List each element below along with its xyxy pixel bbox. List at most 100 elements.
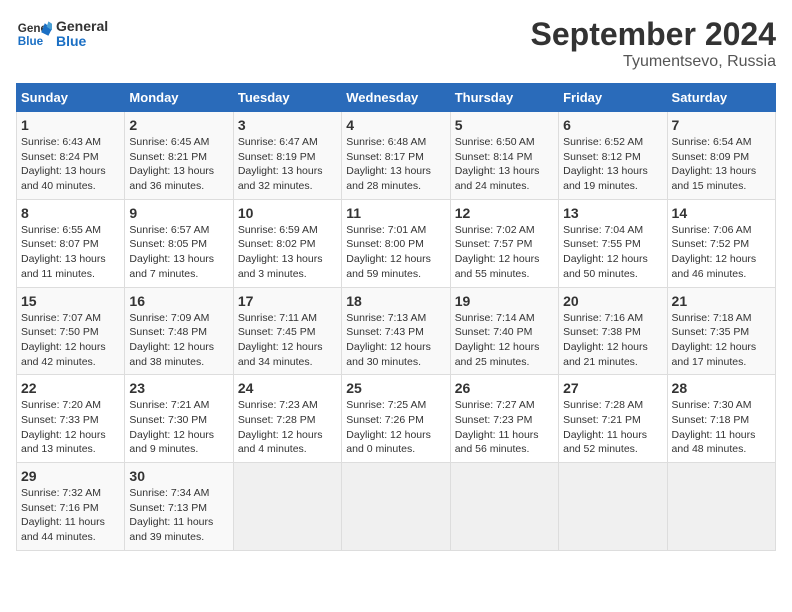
day-number: 2 [129, 117, 228, 133]
calendar-cell: 22Sunrise: 7:20 AM Sunset: 7:33 PM Dayli… [17, 375, 125, 463]
day-info: Sunrise: 6:54 AM Sunset: 8:09 PM Dayligh… [672, 135, 771, 194]
day-number: 18 [346, 293, 445, 309]
day-info: Sunrise: 7:11 AM Sunset: 7:45 PM Dayligh… [238, 311, 337, 370]
day-number: 26 [455, 380, 554, 396]
header-row: SundayMondayTuesdayWednesdayThursdayFrid… [17, 84, 776, 112]
header-cell-monday: Monday [125, 84, 233, 112]
calendar-cell [342, 463, 450, 551]
header-cell-friday: Friday [559, 84, 667, 112]
calendar-cell: 5Sunrise: 6:50 AM Sunset: 8:14 PM Daylig… [450, 112, 558, 200]
header-cell-tuesday: Tuesday [233, 84, 341, 112]
calendar-cell: 17 Sunrise: 7:11 AM Sunset: 7:45 PM Dayli… [233, 287, 341, 375]
header-cell-sunday: Sunday [17, 84, 125, 112]
calendar-cell: 19Sunrise: 7:14 AM Sunset: 7:40 PM Dayli… [450, 287, 558, 375]
day-info: Sunrise: 7:27 AM Sunset: 7:23 PM Dayligh… [455, 398, 554, 457]
day-number: 1 [21, 117, 120, 133]
calendar-cell [450, 463, 558, 551]
day-info: Sunrise: 6:59 AM Sunset: 8:02 PM Dayligh… [238, 223, 337, 282]
calendar-cell [233, 463, 341, 551]
day-info: Sunrise: 6:55 AM Sunset: 8:07 PM Dayligh… [21, 223, 120, 282]
day-info: Sunrise: 7:06 AM Sunset: 7:52 PM Dayligh… [672, 223, 771, 282]
day-info: Sunrise: 7:09 AM Sunset: 7:48 PM Dayligh… [129, 311, 228, 370]
day-info: Sunrise: 7:21 AM Sunset: 7:30 PM Dayligh… [129, 398, 228, 457]
calendar-cell: 30 Sunrise: 7:34 AM Sunset: 7:13 PM Dayli… [125, 463, 233, 551]
day-number: 13 [563, 205, 662, 221]
day-number: 28 [672, 380, 771, 396]
calendar-cell: 7 Sunrise: 6:54 AM Sunset: 8:09 PM Daylig… [667, 112, 775, 200]
day-info: Sunrise: 6:47 AM Sunset: 8:19 PM Dayligh… [238, 135, 337, 194]
calendar-body: 1 Sunrise: 6:43 AM Sunset: 8:24 PM Daylig… [17, 112, 776, 551]
day-number: 9 [129, 205, 228, 221]
day-number: 4 [346, 117, 445, 133]
day-info: Sunrise: 7:28 AM Sunset: 7:21 PM Dayligh… [563, 398, 662, 457]
day-number: 15 [21, 293, 120, 309]
calendar-cell [667, 463, 775, 551]
calendar-cell: 9 Sunrise: 6:57 AM Sunset: 8:05 PM Daylig… [125, 199, 233, 287]
calendar-cell: 29 Sunrise: 7:32 AM Sunset: 7:16 PM Dayli… [17, 463, 125, 551]
day-number: 30 [129, 468, 228, 484]
day-info: Sunrise: 6:45 AM Sunset: 8:21 PM Dayligh… [129, 135, 228, 194]
header-cell-saturday: Saturday [667, 84, 775, 112]
calendar-cell: 16 Sunrise: 7:09 AM Sunset: 7:48 PM Dayli… [125, 287, 233, 375]
calendar-cell: 12Sunrise: 7:02 AM Sunset: 7:57 PM Dayli… [450, 199, 558, 287]
day-info: Sunrise: 7:07 AM Sunset: 7:50 PM Dayligh… [21, 311, 120, 370]
day-info: Sunrise: 7:34 AM Sunset: 7:13 PM Dayligh… [129, 486, 228, 545]
logo-blue-text: Blue [56, 34, 108, 49]
calendar-cell: 14 Sunrise: 7:06 AM Sunset: 7:52 PM Dayli… [667, 199, 775, 287]
calendar-cell: 13Sunrise: 7:04 AM Sunset: 7:55 PM Dayli… [559, 199, 667, 287]
calendar-cell: 3 Sunrise: 6:47 AM Sunset: 8:19 PM Daylig… [233, 112, 341, 200]
location: Tyumentsevo, Russia [531, 53, 776, 71]
day-info: Sunrise: 6:52 AM Sunset: 8:12 PM Dayligh… [563, 135, 662, 194]
calendar-table: SundayMondayTuesdayWednesdayThursdayFrid… [16, 83, 776, 551]
day-info: Sunrise: 7:32 AM Sunset: 7:16 PM Dayligh… [21, 486, 120, 545]
day-info: Sunrise: 7:25 AM Sunset: 7:26 PM Dayligh… [346, 398, 445, 457]
logo-icon: General Blue [16, 16, 52, 52]
day-number: 14 [672, 205, 771, 221]
day-info: Sunrise: 6:48 AM Sunset: 8:17 PM Dayligh… [346, 135, 445, 194]
day-number: 16 [129, 293, 228, 309]
day-info: Sunrise: 7:16 AM Sunset: 7:38 PM Dayligh… [563, 311, 662, 370]
calendar-cell: 23Sunrise: 7:21 AM Sunset: 7:30 PM Dayli… [125, 375, 233, 463]
week-row-4: 22Sunrise: 7:20 AM Sunset: 7:33 PM Dayli… [17, 375, 776, 463]
calendar-cell: 15 Sunrise: 7:07 AM Sunset: 7:50 PM Dayli… [17, 287, 125, 375]
calendar-cell: 11 Sunrise: 7:01 AM Sunset: 8:00 PM Dayli… [342, 199, 450, 287]
day-number: 21 [672, 293, 771, 309]
calendar-cell: 2 Sunrise: 6:45 AM Sunset: 8:21 PM Daylig… [125, 112, 233, 200]
day-number: 3 [238, 117, 337, 133]
week-row-3: 15 Sunrise: 7:07 AM Sunset: 7:50 PM Dayli… [17, 287, 776, 375]
day-number: 6 [563, 117, 662, 133]
logo: General Blue General Blue [16, 16, 108, 52]
calendar-cell: 4 Sunrise: 6:48 AM Sunset: 8:17 PM Daylig… [342, 112, 450, 200]
day-number: 17 [238, 293, 337, 309]
title-block: September 2024 Tyumentsevo, Russia [531, 16, 776, 71]
day-info: Sunrise: 7:18 AM Sunset: 7:35 PM Dayligh… [672, 311, 771, 370]
month-title: September 2024 [531, 16, 776, 53]
calendar-cell: 18 Sunrise: 7:13 AM Sunset: 7:43 PM Dayli… [342, 287, 450, 375]
week-row-5: 29 Sunrise: 7:32 AM Sunset: 7:16 PM Dayli… [17, 463, 776, 551]
calendar-cell: 6 Sunrise: 6:52 AM Sunset: 8:12 PM Daylig… [559, 112, 667, 200]
calendar-cell: 25Sunrise: 7:25 AM Sunset: 7:26 PM Dayli… [342, 375, 450, 463]
day-info: Sunrise: 6:57 AM Sunset: 8:05 PM Dayligh… [129, 223, 228, 282]
day-number: 11 [346, 205, 445, 221]
calendar-cell: 27 Sunrise: 7:28 AM Sunset: 7:21 PM Dayli… [559, 375, 667, 463]
day-number: 7 [672, 117, 771, 133]
day-info: Sunrise: 7:13 AM Sunset: 7:43 PM Dayligh… [346, 311, 445, 370]
page-header: General Blue General Blue September 2024… [16, 16, 776, 71]
calendar-cell [559, 463, 667, 551]
day-number: 5 [455, 117, 554, 133]
day-info: Sunrise: 7:01 AM Sunset: 8:00 PM Dayligh… [346, 223, 445, 282]
calendar-cell: 21 Sunrise: 7:18 AM Sunset: 7:35 PM Dayli… [667, 287, 775, 375]
day-number: 10 [238, 205, 337, 221]
calendar-cell: 20Sunrise: 7:16 AM Sunset: 7:38 PM Dayli… [559, 287, 667, 375]
day-number: 29 [21, 468, 120, 484]
day-info: Sunrise: 7:30 AM Sunset: 7:18 PM Dayligh… [672, 398, 771, 457]
day-info: Sunrise: 6:43 AM Sunset: 8:24 PM Dayligh… [21, 135, 120, 194]
day-number: 24 [238, 380, 337, 396]
header-cell-thursday: Thursday [450, 84, 558, 112]
calendar-header: SundayMondayTuesdayWednesdayThursdayFrid… [17, 84, 776, 112]
calendar-cell: 10 Sunrise: 6:59 AM Sunset: 8:02 PM Dayli… [233, 199, 341, 287]
day-info: Sunrise: 7:02 AM Sunset: 7:57 PM Dayligh… [455, 223, 554, 282]
calendar-cell: 1 Sunrise: 6:43 AM Sunset: 8:24 PM Daylig… [17, 112, 125, 200]
logo-general-text: General [56, 19, 108, 34]
day-number: 27 [563, 380, 662, 396]
